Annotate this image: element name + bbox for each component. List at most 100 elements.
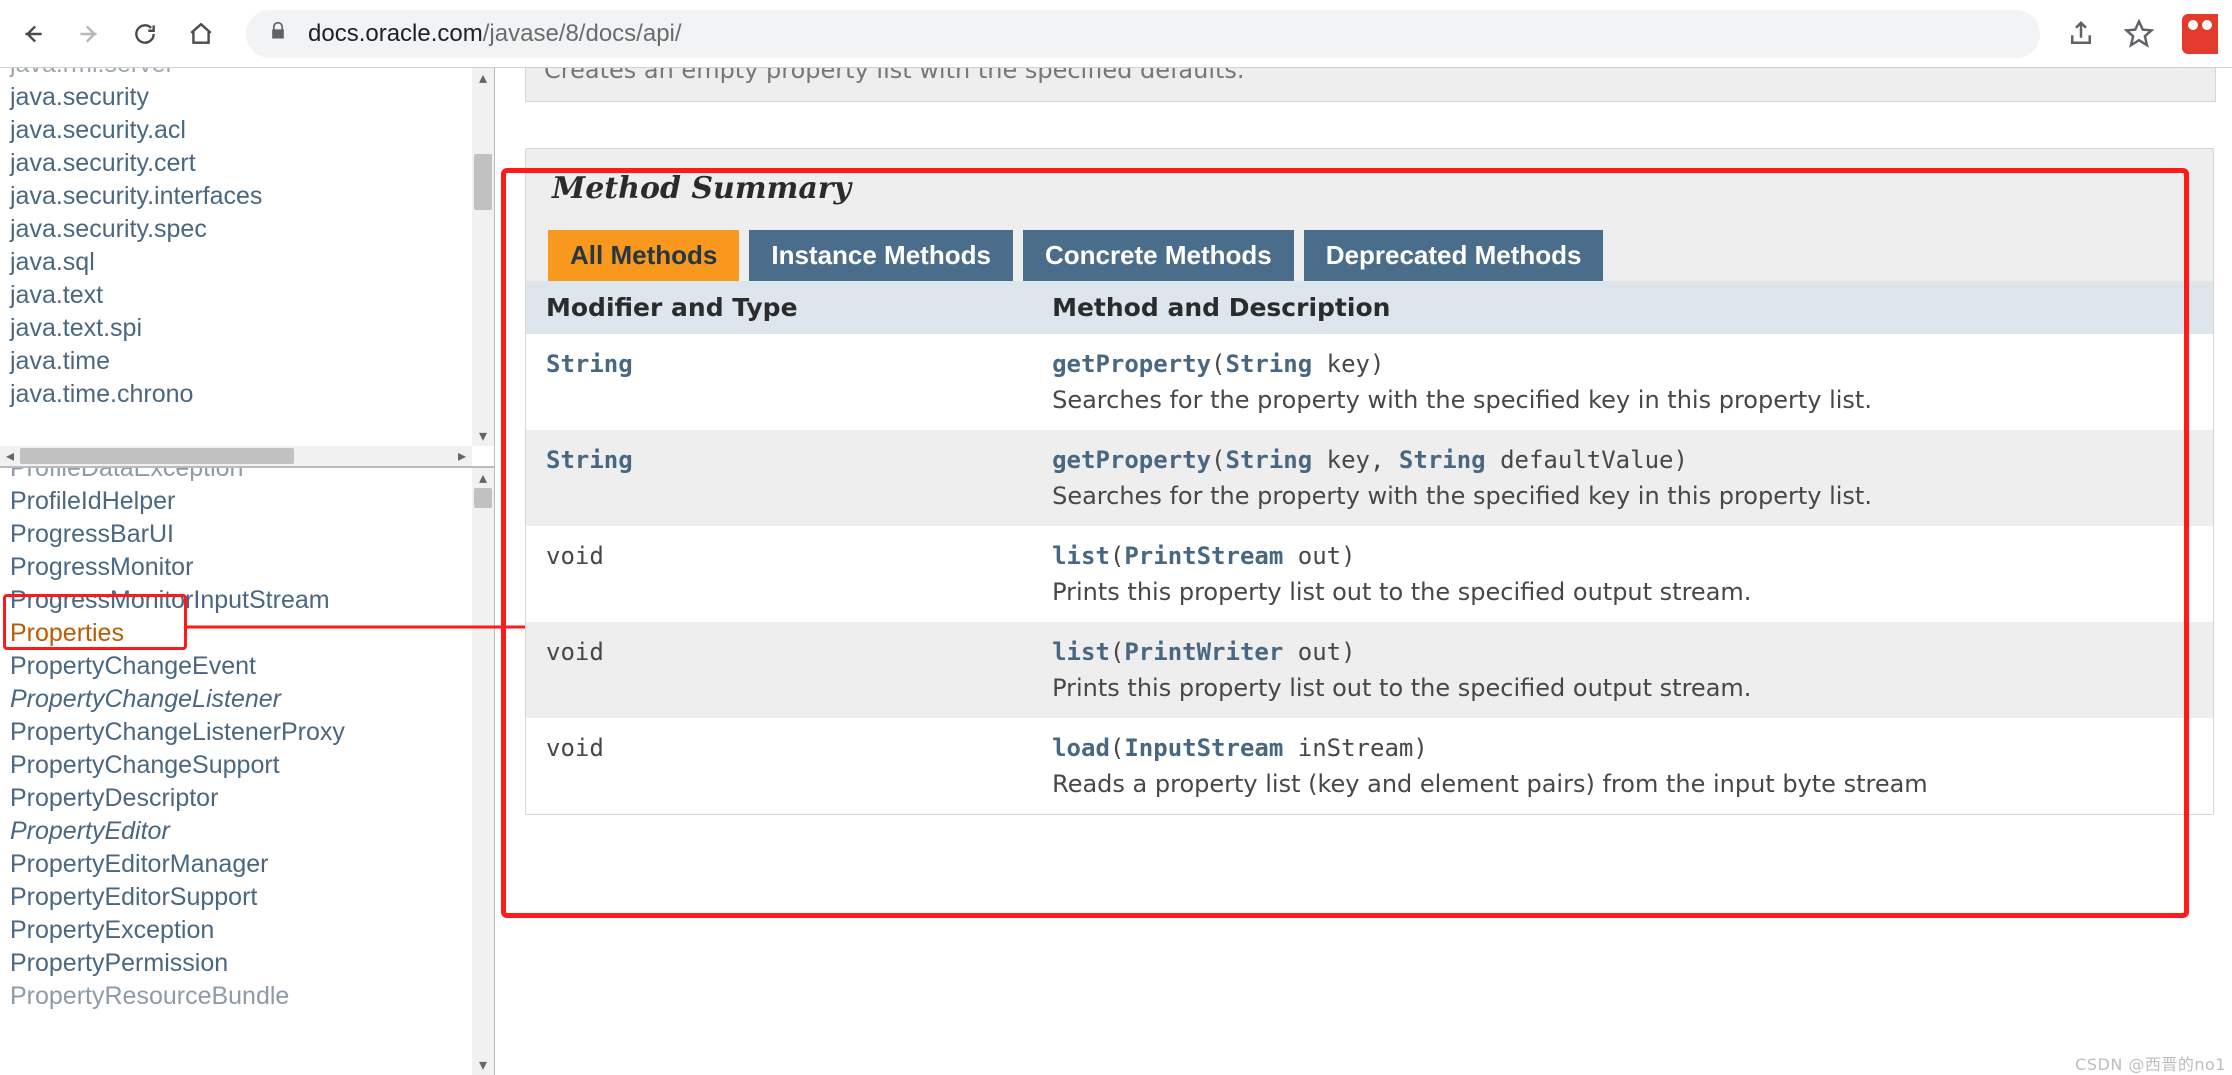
package-frame-vertical-scrollbar[interactable]: ▴ ▾ — [472, 68, 494, 446]
extension-icon[interactable] — [2182, 14, 2218, 54]
watermark-text: CSDN @西晋的no1 — [2075, 1051, 2226, 1075]
scroll-down-icon[interactable]: ▾ — [472, 426, 494, 446]
list-item[interactable]: java.rmi.server — [10, 68, 494, 81]
tab-all-methods[interactable]: All Methods — [548, 230, 739, 281]
section-heading: Method Summary — [526, 149, 2213, 230]
class-frame-vertical-scrollbar[interactable]: ▴ ▾ — [472, 468, 494, 1075]
constructor-summary-fragment: Creates an empty property list with the … — [525, 68, 2216, 102]
class-list[interactable]: ProfileDataExceptionProfileIdHelperProgr… — [0, 468, 494, 1013]
share-icon[interactable] — [2066, 19, 2096, 49]
tab-instance-methods[interactable]: Instance Methods — [749, 230, 1013, 281]
lock-icon — [268, 20, 288, 48]
table-row: voidlist(PrintStream out)Prints this pro… — [526, 526, 2213, 622]
list-item[interactable]: PropertyResourceBundle — [10, 980, 494, 1013]
scrollbar-thumb[interactable] — [474, 488, 492, 508]
list-item[interactable]: PropertyEditorSupport — [10, 881, 494, 914]
tab-deprecated-methods[interactable]: Deprecated Methods — [1304, 230, 1604, 281]
list-item[interactable]: ProfileDataException — [10, 468, 494, 485]
class-link-properties[interactable]: Properties — [10, 617, 494, 650]
list-item[interactable]: java.security.cert — [10, 147, 494, 180]
cell-return-type: void — [526, 718, 1032, 814]
list-item[interactable]: java.text.spi — [10, 312, 494, 345]
cell-method: list(PrintWriter out)Prints this propert… — [1032, 622, 2213, 718]
tab-concrete-methods[interactable]: Concrete Methods — [1023, 230, 1294, 281]
arrow-right-icon — [76, 21, 102, 47]
method-link[interactable]: getProperty — [1052, 350, 1211, 378]
cell-return-type: String — [526, 430, 1032, 526]
url-text: docs.oracle.com/javase/8/docs/api/ — [308, 20, 682, 48]
table-row: voidlist(PrintWriter out)Prints this pro… — [526, 622, 2213, 718]
list-item[interactable]: java.security.spec — [10, 213, 494, 246]
method-link[interactable]: getProperty — [1052, 446, 1211, 474]
content-area: java.rmi.serverjava.securityjava.securit… — [0, 68, 2232, 1075]
cell-return-type: void — [526, 526, 1032, 622]
type-link[interactable]: PrintWriter — [1124, 638, 1283, 666]
browser-toolbar: docs.oracle.com/javase/8/docs/api/ — [0, 0, 2232, 68]
list-item[interactable]: PropertyChangeListenerProxy — [10, 716, 494, 749]
list-item[interactable]: java.time — [10, 345, 494, 378]
list-item[interactable]: PropertyDescriptor — [10, 782, 494, 815]
list-item[interactable]: java.security.acl — [10, 114, 494, 147]
address-bar[interactable]: docs.oracle.com/javase/8/docs/api/ — [246, 10, 2040, 58]
package-list-frame: java.rmi.serverjava.securityjava.securit… — [0, 68, 494, 468]
column-header-modifier: Modifier and Type — [526, 281, 1032, 334]
reload-icon — [132, 21, 158, 47]
list-item[interactable]: PropertyChangeEvent — [10, 650, 494, 683]
home-icon — [188, 21, 214, 47]
scroll-left-icon[interactable]: ◂ — [0, 446, 20, 466]
back-button[interactable] — [8, 9, 58, 59]
arrow-left-icon — [20, 21, 46, 47]
scroll-up-icon[interactable]: ▴ — [472, 68, 494, 88]
list-item[interactable]: java.security — [10, 81, 494, 114]
list-item[interactable]: PropertyChangeListener — [10, 683, 494, 716]
list-item[interactable]: PropertyEditor — [10, 815, 494, 848]
list-item[interactable]: ProgressMonitor — [10, 551, 494, 584]
cell-method: load(InputStream inStream)Reads a proper… — [1032, 718, 2213, 814]
method-link[interactable]: load — [1052, 734, 1110, 762]
scroll-right-icon[interactable]: ▸ — [452, 446, 472, 466]
javadoc-left-frames: java.rmi.serverjava.securityjava.securit… — [0, 68, 495, 1075]
list-item[interactable]: PropertyException — [10, 914, 494, 947]
cell-return-type: String — [526, 334, 1032, 430]
reload-button[interactable] — [120, 9, 170, 59]
method-filter-tabs: All MethodsInstance MethodsConcrete Meth… — [526, 230, 2213, 281]
type-link[interactable]: String — [1226, 350, 1313, 378]
type-link[interactable]: String — [1399, 446, 1486, 474]
list-item[interactable]: PropertyEditorManager — [10, 848, 494, 881]
type-link[interactable]: String — [1226, 446, 1313, 474]
type-link[interactable]: PrintStream — [1124, 542, 1283, 570]
table-row: voidload(InputStream inStream)Reads a pr… — [526, 718, 2213, 814]
package-frame-horizontal-scrollbar[interactable]: ◂ ▸ — [0, 446, 472, 466]
list-item[interactable]: ProgressBarUI — [10, 518, 494, 551]
cell-return-type: void — [526, 622, 1032, 718]
url-path: /javase/8/docs/api/ — [483, 20, 682, 47]
scrollbar-thumb[interactable] — [474, 154, 492, 210]
list-item[interactable]: PropertyPermission — [10, 947, 494, 980]
scroll-up-icon[interactable]: ▴ — [472, 468, 494, 488]
bookmark-star-icon[interactable] — [2124, 19, 2154, 49]
url-host: docs.oracle.com — [308, 20, 483, 47]
method-link[interactable]: list — [1052, 638, 1110, 666]
list-item[interactable]: ProfileIdHelper — [10, 485, 494, 518]
list-item[interactable]: java.text — [10, 279, 494, 312]
scrollbar-thumb[interactable] — [20, 448, 294, 464]
list-item[interactable]: PropertyChangeSupport — [10, 749, 494, 782]
forward-button[interactable] — [64, 9, 114, 59]
constructor-description: Creates an empty property list with the … — [544, 68, 2197, 85]
class-list-frame: ProfileDataExceptionProfileIdHelperProgr… — [0, 468, 494, 1075]
cell-method: getProperty(String key, String defaultVa… — [1032, 430, 2213, 526]
type-link[interactable]: InputStream — [1124, 734, 1283, 762]
column-header-method: Method and Description — [1032, 281, 2213, 334]
package-list[interactable]: java.rmi.serverjava.securityjava.securit… — [0, 68, 494, 411]
scroll-down-icon[interactable]: ▾ — [472, 1055, 494, 1075]
toolbar-right — [2066, 14, 2224, 54]
list-item[interactable]: ProgressMonitorInputStream — [10, 584, 494, 617]
method-link[interactable]: list — [1052, 542, 1110, 570]
list-item[interactable]: java.time.chrono — [10, 378, 494, 411]
table-row: StringgetProperty(String key)Searches fo… — [526, 334, 2213, 430]
home-button[interactable] — [176, 9, 226, 59]
list-item[interactable]: java.sql — [10, 246, 494, 279]
table-row: StringgetProperty(String key, String def… — [526, 430, 2213, 526]
javadoc-main-frame[interactable]: Creates an empty property list with the … — [495, 68, 2232, 1075]
list-item[interactable]: java.security.interfaces — [10, 180, 494, 213]
